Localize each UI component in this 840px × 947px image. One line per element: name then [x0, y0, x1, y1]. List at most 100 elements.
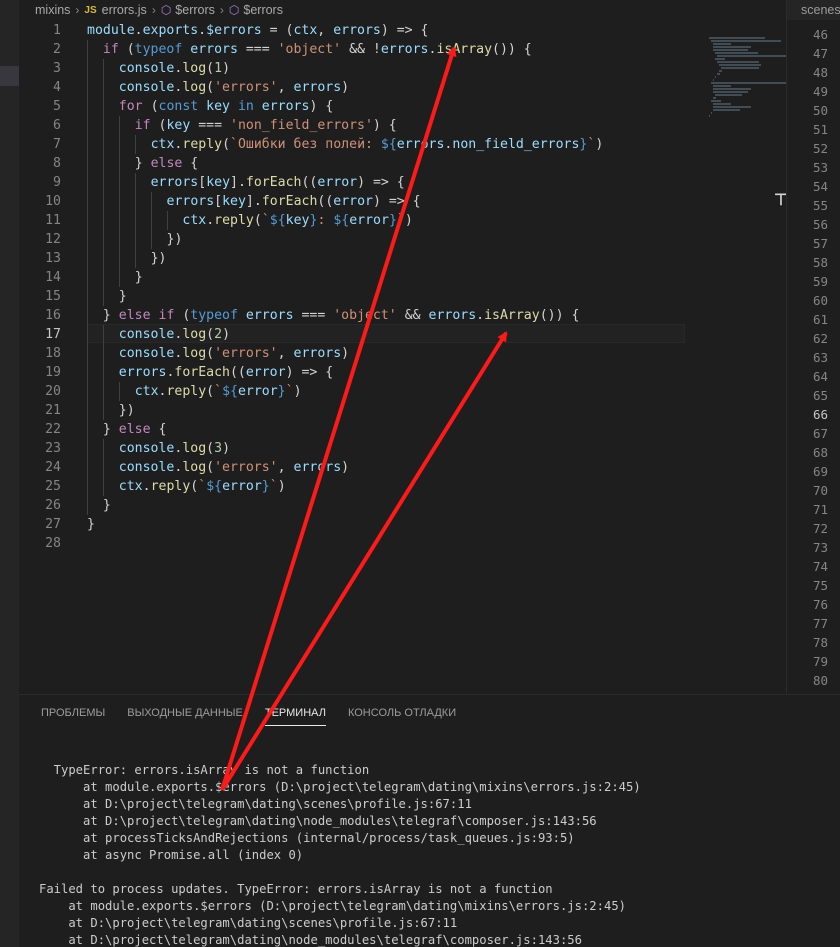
breadcrumb-file[interactable]: errors.js	[102, 3, 147, 17]
bottom-panel: ПРОБЛЕМЫ ВЫХОДНЫЕ ДАННЫЕ ТЕРМИНАЛ КОНСОЛЬ О…	[19, 694, 840, 947]
indent-guide	[87, 116, 88, 135]
indent-guide	[150, 211, 152, 230]
indent-guide	[102, 287, 104, 306]
code-token: log	[182, 441, 207, 456]
code-text: ctx.reply(`${error}`)	[135, 382, 302, 401]
line-number: 62	[812, 331, 828, 346]
line-number: 61	[812, 312, 828, 327]
code-token: error	[222, 479, 262, 494]
code-text: errors.forEach((error) => {	[119, 363, 333, 382]
code-token: key	[166, 118, 191, 133]
code-token: isArray	[484, 308, 540, 323]
terminal-line: at D:\project\telegram\dating\scenes\pro…	[39, 797, 472, 811]
line-number: 8	[53, 156, 61, 171]
breadcrumb-symbol[interactable]: $errors	[243, 3, 283, 17]
code-token: ctx	[118, 479, 143, 494]
breadcrumb-folder[interactable]: mixins	[35, 3, 70, 17]
indent-guide	[102, 59, 104, 78]
code-token: 'errors'	[214, 460, 278, 475]
symbol-icon: ⬡	[228, 3, 240, 17]
indent-guide	[118, 230, 120, 249]
code-token: {	[182, 156, 199, 171]
code-token: ) => {	[357, 175, 405, 190]
code-token: ].	[245, 194, 262, 209]
line-number: 28	[45, 536, 61, 551]
code-token: )	[595, 137, 604, 152]
line-number: 63	[812, 350, 828, 365]
code-token: forEach	[174, 365, 230, 380]
code-token: else	[150, 156, 183, 171]
panel-tab[interactable]: КОНСОЛЬ ОТЛАДКИ	[348, 707, 456, 726]
minimap-line	[713, 49, 749, 51]
line-number: 59	[812, 274, 828, 289]
line-number: 49	[812, 84, 828, 99]
code-token: ,	[277, 80, 294, 95]
split-editor-pane[interactable]: scenes 46 47 48 49 50 51 52 53 54 55 56 57 58 59 60 61 6…	[786, 0, 840, 694]
minimap-line	[713, 97, 716, 99]
minimap-line	[713, 46, 751, 48]
indent-guide	[87, 439, 88, 458]
line-number: 12	[45, 232, 61, 247]
line-number: 54	[812, 179, 828, 194]
code-token: non_field_errors	[452, 137, 580, 152]
indent-guide	[150, 192, 152, 211]
code-text: for (const key in errors) {	[119, 97, 333, 116]
line-number: 48	[812, 65, 828, 80]
code-token: for	[118, 99, 143, 114]
panel-tab[interactable]: ПРОБЛЕМЫ	[41, 707, 105, 726]
terminal-line: at module.exports.$errors (D:\project\te…	[39, 899, 626, 913]
panel-tab[interactable]: ВЫХОДНЫЕ ДАННЫЕ	[127, 707, 243, 726]
code-token: }	[102, 422, 119, 437]
panel-tab[interactable]: ТЕРМИНАЛ	[264, 707, 326, 726]
indent-guide	[102, 268, 104, 287]
indent-guide	[166, 211, 168, 230]
minimap-line	[717, 61, 759, 63]
code-token: ,	[277, 460, 294, 475]
code-token: errors	[293, 460, 342, 475]
indent-guide	[87, 78, 88, 97]
code-token: errors	[293, 80, 342, 95]
code-token: console	[118, 346, 175, 361]
code-text: })	[151, 249, 167, 268]
terminal-line: at D:\project\telegram\dating\scenes\pro…	[39, 916, 458, 930]
code-token: else	[118, 308, 151, 323]
code-token: &&	[396, 308, 429, 323]
code-text: ctx.reply(`Ошибки без полей: ${errors.no…	[151, 135, 604, 154]
code-token: key	[206, 99, 230, 114]
line-number: 69	[812, 464, 828, 479]
indent-guide	[102, 249, 104, 268]
tab-scenes[interactable]: scenes	[787, 0, 840, 20]
indent-guide	[134, 192, 136, 211]
minimap-line	[713, 106, 751, 108]
code-token: })	[166, 232, 183, 247]
indent-guide	[87, 135, 88, 154]
code-editor[interactable]: ⊤ 1 module.exports.$errors = (ctx, errors…	[19, 20, 792, 694]
code-text: ctx.reply(`${error}`)	[119, 477, 286, 496]
code-text: }	[87, 515, 95, 534]
line-number: 55	[812, 198, 828, 213]
code-token: ()) {	[539, 308, 580, 323]
code-token: )	[293, 384, 302, 399]
code-token: && !	[341, 42, 381, 57]
indent-guide	[87, 154, 88, 173]
code-token: = (	[261, 23, 294, 38]
line-number: 13	[45, 251, 61, 266]
indent-guide	[118, 173, 120, 192]
code-token: error	[237, 384, 278, 399]
line-number: 47	[812, 46, 828, 61]
line-number: 11	[45, 213, 61, 228]
line-number: 5	[53, 99, 61, 114]
code-token: ${	[269, 213, 286, 228]
code-token: ,	[277, 346, 294, 361]
code-token: forEach	[245, 175, 302, 190]
js-file-icon: JS	[84, 4, 97, 16]
minimap[interactable]	[709, 37, 792, 117]
code-token: typeof	[190, 308, 238, 323]
line-number: 75	[812, 578, 828, 593]
code-token: .	[198, 23, 207, 38]
code-token: (	[206, 441, 215, 456]
code-token: reply	[182, 137, 223, 152]
breadcrumb-symbol[interactable]: $errors	[175, 3, 215, 17]
line-number: 80	[812, 673, 828, 688]
